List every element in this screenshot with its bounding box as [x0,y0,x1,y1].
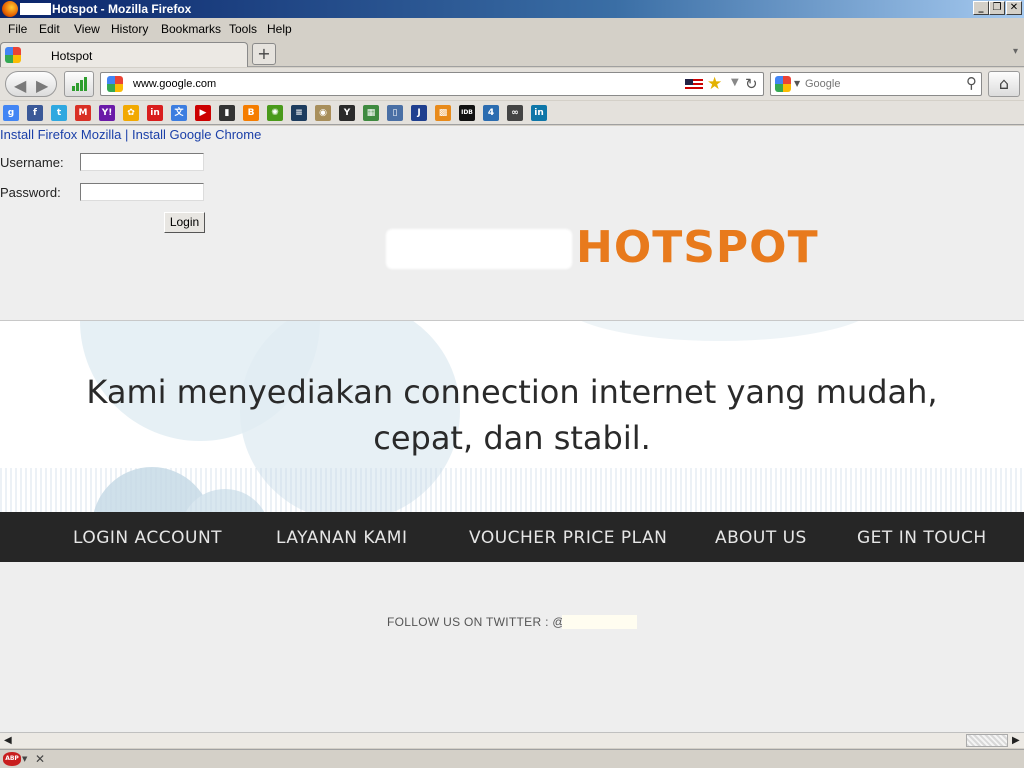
nav-layanan-kami[interactable]: LAYANAN KAMI [276,528,408,548]
url-text[interactable]: www.google.com [133,78,216,90]
redacted-twitter-handle[interactable] [562,615,637,629]
imdb-icon[interactable]: IDB [459,105,475,121]
gmail-icon[interactable]: M [75,105,91,121]
search-input[interactable] [805,76,955,92]
msn-icon[interactable]: ✿ [123,105,139,121]
install-links: Install Firefox Mozilla | Install Google… [0,127,261,142]
scroll-left-arrow-icon[interactable]: ◀ [4,735,12,746]
scrollbar-thumb[interactable] [966,734,1008,747]
follow-twitter-text: FOLLOW US ON TWITTER : @ [387,615,565,629]
inbox-icon[interactable]: in [147,105,163,121]
search-magnifier-icon[interactable]: ⚲ [966,74,977,92]
channel-4-icon[interactable]: 4 [483,105,499,121]
badge-icon[interactable]: ◉ [315,105,331,121]
back-forward-group: ◀ ▶ [5,71,57,97]
nav-login-account[interactable]: LOGIN ACCOUNT [73,528,222,548]
password-input[interactable] [80,183,204,201]
scroll-right-arrow-icon[interactable]: ▶ [1012,735,1020,746]
adblock-plus-icon[interactable]: ABP [3,752,21,766]
menu-tools[interactable]: Tools [229,22,257,36]
puzzle-icon[interactable]: ▦ [363,105,379,121]
j-icon[interactable]: J [411,105,427,121]
hero-banner: Kami menyediakan connection internet yan… [0,320,1024,512]
navigation-toolbar: ◀ ▶ www.google.com ★ ▼ ↻ ▼ ⚲ ⌂ [0,68,1024,100]
menu-edit[interactable]: Edit [39,22,60,36]
menu-bookmarks[interactable]: Bookmarks [161,22,221,36]
tv-icon[interactable]: ▮ [219,105,235,121]
decorative-bubble [560,321,880,341]
google-icon[interactable]: g [3,105,19,121]
nav-get-in-touch[interactable]: GET IN TOUCH [857,528,987,548]
list-all-tabs-icon[interactable]: ▾ [1013,46,1018,57]
bp-icon[interactable]: ✺ [267,105,283,121]
reload-icon[interactable]: ↻ [745,75,758,93]
menu-history[interactable]: History [111,22,148,36]
menu-file[interactable]: File [8,22,27,36]
facebook-icon[interactable]: f [27,105,43,121]
google-favicon-icon [5,47,21,63]
twitter-icon[interactable]: t [51,105,67,121]
menu-view[interactable]: View [74,22,100,36]
tab-label: Hotspot [51,49,93,63]
redacted-title-block [20,3,51,15]
us-flag-icon[interactable] [685,79,703,91]
tagline-line-2: cepat, dan stabil. [373,419,651,457]
link-separator: | [121,127,132,142]
login-button[interactable]: Login [164,212,205,233]
home-button[interactable]: ⌂ [988,71,1020,97]
close-window-button[interactable]: ✕ [1006,1,1022,15]
password-label: Password: [0,185,61,200]
url-history-dropdown-icon[interactable]: ▼ [731,77,739,88]
tripadvisor-icon[interactable]: ∞ [507,105,523,121]
blogger-icon[interactable]: B [243,105,259,121]
search-engine-icon[interactable] [775,76,791,92]
firefox-logo-icon [2,1,18,17]
tagline: Kami menyediakan connection internet yan… [0,369,1024,461]
menu-bar: File Edit View History Bookmarks Tools H… [0,19,1024,39]
new-tab-button[interactable]: + [252,43,276,65]
news-icon[interactable]: ≡ [291,105,307,121]
grid-icon[interactable]: ▩ [435,105,451,121]
yahoo-icon[interactable]: Y! [99,105,115,121]
page-content: Install Firefox Mozilla | Install Google… [0,126,1024,732]
site-identity-icon[interactable] [107,76,123,92]
tab-bar: Hotspot + ▾ [0,40,1024,67]
site-nav-menu: LOGIN ACCOUNT LAYANAN KAMI VOUCHER PRICE… [0,512,1024,562]
hotspot-logo: HOTSPOT [576,222,819,273]
hero-stripes [0,468,1024,512]
nav-about-us[interactable]: ABOUT US [715,528,807,548]
bookmark-star-icon[interactable]: ★ [707,74,722,94]
minimize-button[interactable]: _ [973,1,989,15]
window-titlebar[interactable]: Hotspot - Mozilla Firefox _ ❐ ✕ [0,0,1024,18]
tagline-line-1: Kami menyediakan connection internet yan… [86,373,938,411]
newspaper-icon[interactable]: Y [339,105,355,121]
install-firefox-link[interactable]: Install Firefox Mozilla [0,127,121,142]
forward-arrow-icon[interactable]: ▶ [36,76,48,95]
nav-voucher-price-plan[interactable]: VOUCHER PRICE PLAN [469,528,667,548]
linkedin-icon[interactable]: in [531,105,547,121]
adblock-dropdown-icon[interactable]: ▼ [22,755,27,763]
username-input[interactable] [80,153,204,171]
youtube-icon[interactable]: ▶ [195,105,211,121]
bookmarks-toolbar: g f t M Y! ✿ in 文 ▶ ▮ B ✺ ≡ ◉ Y ▦ ▯ J ▩ IDB 4 ∞ in [0,101,1024,125]
search-engine-dropdown-icon[interactable]: ▼ [794,79,800,88]
menu-help[interactable]: Help [267,22,292,36]
username-label: Username: [0,155,64,170]
translate-icon[interactable]: 文 [171,105,187,121]
restore-button[interactable]: ❐ [989,1,1005,15]
window-title: Hotspot - Mozilla Firefox [52,2,192,16]
search-bar[interactable]: ▼ ⚲ [770,72,982,96]
install-chrome-link[interactable]: Install Google Chrome [132,127,261,142]
url-bar[interactable]: www.google.com ★ ▼ ↻ [100,72,764,96]
close-addon-bar-icon[interactable]: ✕ [35,752,45,766]
back-arrow-icon[interactable]: ◀ [14,76,26,95]
horizontal-scrollbar[interactable]: ◀ ▶ [0,732,1024,748]
tab-hotspot[interactable]: Hotspot [0,42,248,67]
addon-bar: ABP ▼ ✕ [0,749,1024,768]
signal-bars-icon[interactable] [64,71,94,97]
document-icon[interactable]: ▯ [387,105,403,121]
redacted-logo-block [386,229,572,269]
